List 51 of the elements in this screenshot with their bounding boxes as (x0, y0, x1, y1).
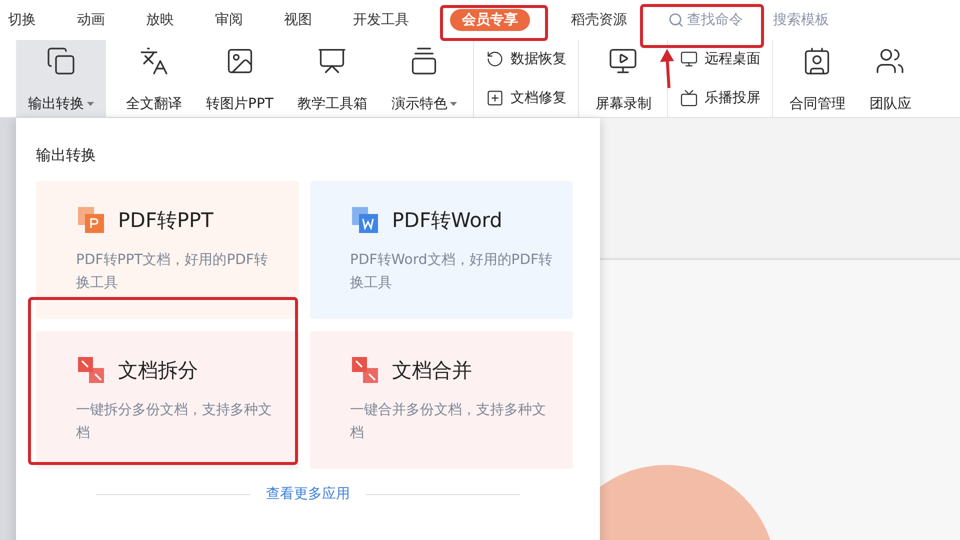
ribbon-small-button[interactable]: 乐播投屏 (680, 88, 760, 107)
card-description: 一键合并多份文档，支持多种文档 (350, 401, 547, 443)
search-placeholder: 查找命令 (687, 11, 743, 29)
caret-icon (87, 102, 94, 106)
ribbon-icon (875, 46, 906, 76)
menu-title: 输出转换 (36, 146, 97, 165)
ribbon-button[interactable]: 团队应 (857, 40, 924, 117)
ribbon-small-button[interactable]: 文档修复 (486, 88, 566, 107)
ribbon-small-button[interactable]: 远程桌面 (680, 50, 760, 68)
ribbon-button[interactable]: 输出转换 (16, 40, 106, 117)
tool-card[interactable]: 文档合并 一键合并多份文档，支持多种文档 (310, 331, 573, 469)
ribbon-button[interactable]: 全文翻译 (114, 40, 194, 117)
ribbon-small-button[interactable]: 数据恢复 (486, 50, 566, 68)
ribbon-icon (680, 88, 698, 107)
ribbon-button[interactable]: 合同管理 (777, 40, 858, 117)
ribbon-tab[interactable]: 稻壳资源 (571, 11, 627, 29)
ribbon-icon (680, 50, 698, 68)
ribbon-icon (46, 46, 76, 76)
tool-card[interactable]: PDF转PPT PDF转PPT文档，好用的PDF转换工具 (36, 181, 299, 319)
ribbon-tab[interactable]: 切换 (8, 11, 36, 29)
ribbon-icon (139, 46, 169, 76)
ribbon-tab[interactable]: 动画 (77, 11, 105, 29)
ribbon-button[interactable]: 屏幕录制 (583, 40, 664, 117)
card-description: PDF转PPT文档，好用的PDF转换工具 (76, 251, 269, 293)
search-icon (668, 12, 684, 28)
document-icon (350, 355, 380, 385)
caret-icon (450, 102, 458, 106)
ribbon-button[interactable]: 演示特色 (379, 40, 470, 117)
ribbon-tab[interactable]: 开发工具 (353, 11, 409, 29)
card-title: PDF转Word (392, 206, 502, 234)
card-title: 文档合并 (392, 356, 472, 384)
document-icon (76, 205, 106, 235)
ribbon-icon (486, 88, 504, 107)
annotation-arrow (658, 48, 676, 88)
card-description: 一键拆分多份文档，支持多种文档 (76, 401, 273, 443)
ribbon-button[interactable]: 教学工具箱 (285, 40, 380, 117)
ribbon-tab[interactable]: 放映 (146, 11, 174, 29)
ribbon-tab[interactable]: 视图 (284, 11, 312, 29)
ribbon-button[interactable]: 转图片PPT (194, 40, 286, 117)
ribbon-icon (317, 46, 348, 76)
tool-card[interactable]: 文档拆分 一键拆分多份文档，支持多种文档 (36, 331, 299, 469)
more-apps-link[interactable]: 查看更多应用 (266, 485, 350, 503)
ribbon-icon (486, 50, 504, 68)
tool-card[interactable]: PDF转Word PDF转Word文档，好用的PDF转换工具 (310, 181, 573, 319)
card-description: PDF转Word文档，好用的PDF转换工具 (350, 251, 553, 293)
ribbon-icon (608, 46, 638, 76)
document-icon (350, 205, 380, 235)
document-icon (76, 355, 106, 385)
ribbon-tab[interactable]: 审阅 (215, 11, 243, 29)
card-title: 文档拆分 (118, 356, 198, 384)
card-title: PDF转PPT (118, 206, 214, 234)
